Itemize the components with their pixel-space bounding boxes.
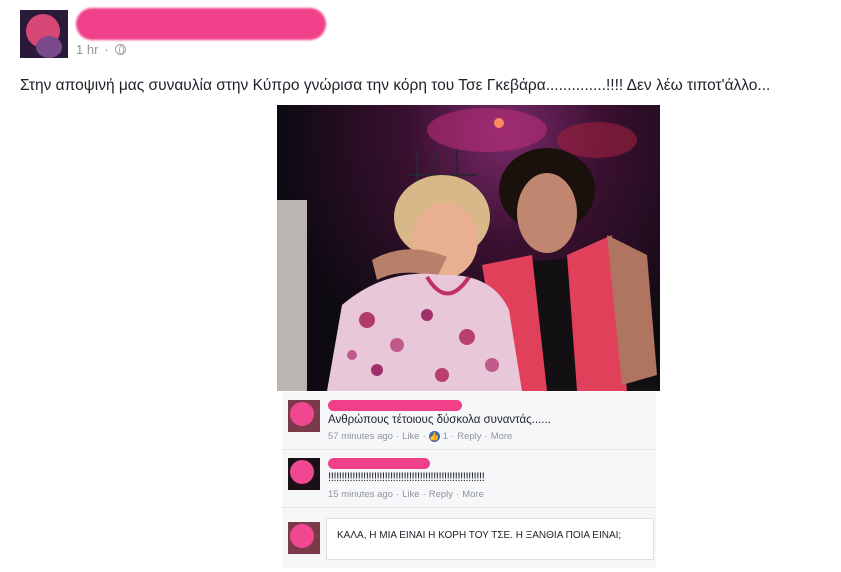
stage-light <box>557 122 637 158</box>
comment-item: !!!!!!!!!!!!!!!!!!!!!!!!!!!!!!!!!!!!!!!!… <box>282 450 656 508</box>
post-timestamp[interactable]: 1 hr <box>76 42 98 57</box>
commenter-avatar[interactable] <box>288 400 320 432</box>
like-count[interactable]: 1 <box>443 431 448 442</box>
avatar-shape <box>36 36 62 58</box>
comment-meta: 57 minutes ago · Like · 👍 1 · Reply · Mo… <box>328 431 512 442</box>
like-link[interactable]: Like <box>402 431 419 442</box>
comment-input-value: ΚΑΛΑ, Η ΜΙΑ ΕΙΝΑΙ Η ΚΟΡΗ ΤΟΥ ΤΣΕ. Η ΞΑΝΘ… <box>337 530 622 541</box>
comment-text: !!!!!!!!!!!!!!!!!!!!!!!!!!!!!!!!!!!!!!!!… <box>328 472 485 484</box>
dot-separator: · <box>456 489 460 500</box>
post-author-name-redacted[interactable] <box>76 8 326 40</box>
light-spot <box>494 118 504 128</box>
post-text: Στην αποψινή μας συναυλία στην Κύπρο γνώ… <box>20 77 771 94</box>
thumbs-up-icon: 👍 <box>428 431 440 442</box>
dot-separator: · <box>422 489 426 500</box>
avatar-redaction <box>290 460 314 484</box>
post-author-avatar[interactable] <box>20 10 68 58</box>
post-meta: 1 hr · <box>76 42 126 57</box>
dot-separator: · <box>104 42 109 57</box>
stage-light <box>427 108 547 152</box>
like-link[interactable]: Like <box>402 489 419 500</box>
reply-link[interactable]: Reply <box>457 431 481 442</box>
more-link[interactable]: More <box>491 431 513 442</box>
comment-input[interactable]: ΚΑΛΑ, Η ΜΙΑ ΕΙΝΑΙ Η ΚΟΡΗ ΤΟΥ ΤΣΕ. Η ΞΑΝΘ… <box>326 518 654 560</box>
comment-meta: 15 minutes ago · Like · Reply · More <box>328 489 484 500</box>
commenter-name-redacted[interactable] <box>328 458 430 469</box>
man-face <box>517 173 577 253</box>
background-person <box>277 200 307 391</box>
woman-dress <box>327 273 522 391</box>
commenter-name-redacted[interactable] <box>328 400 462 411</box>
dot-separator: · <box>451 431 455 442</box>
comment-time[interactable]: 57 minutes ago <box>328 431 393 442</box>
comments-section: Ανθρώπους τέτοιους δύσκολα συναντάς.....… <box>282 392 656 568</box>
dot-separator: · <box>422 431 426 442</box>
current-user-avatar <box>288 522 320 554</box>
comment-text: Ανθρώπους τέτοιους δύσκολα συναντάς.....… <box>328 414 551 426</box>
photo-illustration <box>277 108 660 391</box>
dot-separator: · <box>395 431 400 442</box>
commenter-avatar[interactable] <box>288 458 320 490</box>
avatar-redaction <box>290 402 314 426</box>
dot-separator: · <box>395 489 400 500</box>
reply-link[interactable]: Reply <box>429 489 453 500</box>
dot-separator: · <box>484 431 488 442</box>
more-link[interactable]: More <box>462 489 484 500</box>
avatar-redaction <box>290 524 314 548</box>
post-photo[interactable] <box>277 105 660 391</box>
comment-time[interactable]: 15 minutes ago <box>328 489 393 500</box>
comment-item: Ανθρώπους τέτοιους δύσκολα συναντάς.....… <box>282 392 656 450</box>
globe-icon[interactable] <box>114 44 126 55</box>
reply-composer: ΚΑΛΑ, Η ΜΙΑ ΕΙΝΑΙ Η ΚΟΡΗ ΤΟΥ ΤΣΕ. Η ΞΑΝΘ… <box>282 508 656 568</box>
